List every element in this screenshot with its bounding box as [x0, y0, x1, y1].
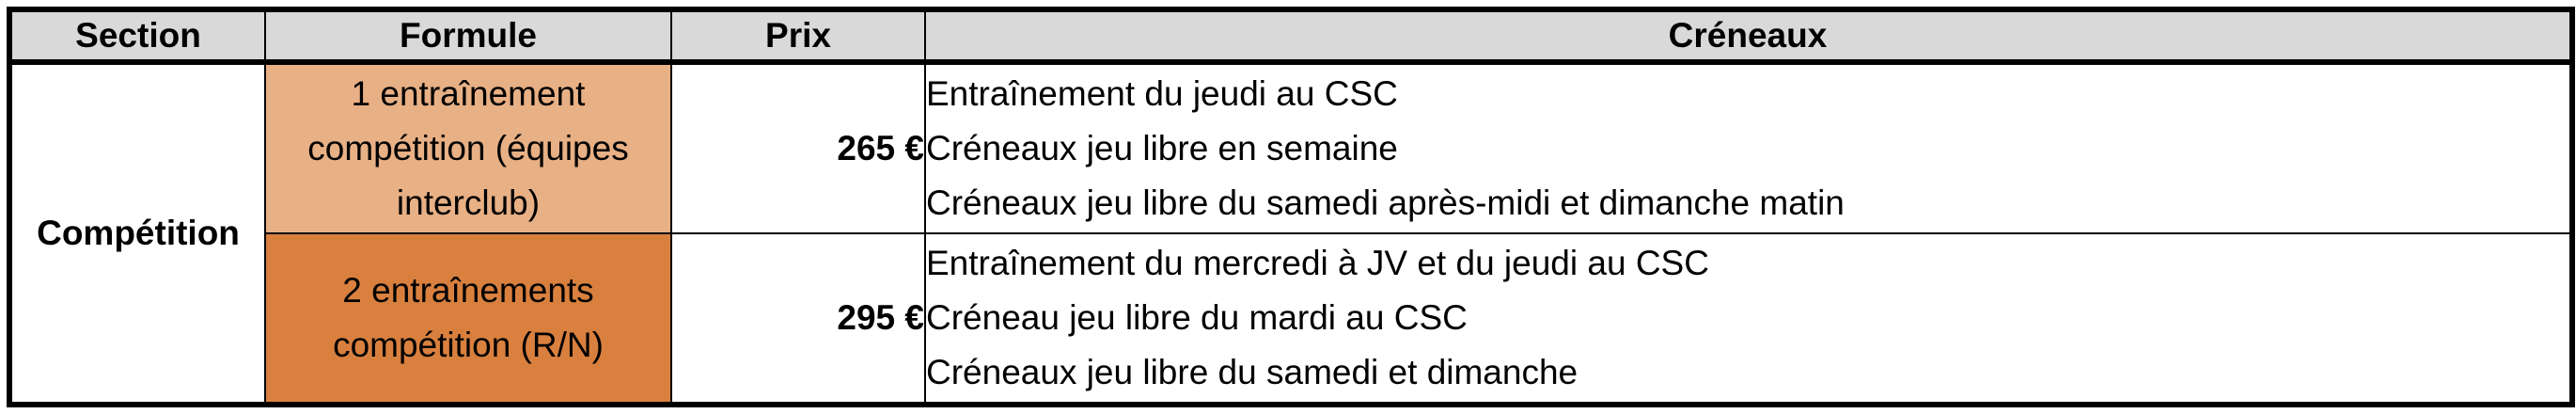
table-header-row: Section Formule Prix Créneaux	[8, 9, 2573, 65]
creneau-line: Entraînement du mercredi à JV et du jeud…	[926, 244, 1709, 282]
header-prix: Prix	[670, 9, 926, 65]
creneau-line: Entraînement du jeudi au CSC	[926, 74, 1398, 113]
section-cell: Compétition	[8, 61, 266, 406]
pricing-table: Section Formule Prix Créneaux Compétitio…	[7, 7, 2575, 407]
creneau-line: Créneaux jeu libre en semaine	[926, 129, 1398, 167]
prix-cell: 265 €	[670, 61, 926, 234]
formule-cell: 2 entraînements compétition (R/N)	[264, 232, 672, 406]
table-row: Compétition 1 entraînement compétition (…	[8, 61, 2573, 406]
header-formule: Formule	[264, 9, 672, 65]
creneau-line: Créneau jeu libre du mardi au CSC	[926, 298, 1468, 337]
prix-cell: 295 €	[670, 232, 926, 406]
creneau-line: Créneaux jeu libre du samedi après-midi …	[926, 183, 1845, 222]
header-section: Section	[8, 9, 266, 65]
header-creneaux: Créneaux	[924, 9, 2573, 65]
creneaux-cell: Entraînement du jeudi au CSC Créneaux je…	[924, 61, 2573, 234]
creneaux-cell: Entraînement du mercredi à JV et du jeud…	[924, 232, 2573, 406]
formule-cell: 1 entraînement compétition (équipes inte…	[264, 61, 672, 234]
pricing-sheet: Section Formule Prix Créneaux Compétitio…	[0, 0, 2576, 414]
creneau-line: Créneaux jeu libre du samedi et dimanche	[926, 353, 1579, 391]
table-row: 2 entraînements compétition (R/N) 295 € …	[9, 232, 2573, 406]
